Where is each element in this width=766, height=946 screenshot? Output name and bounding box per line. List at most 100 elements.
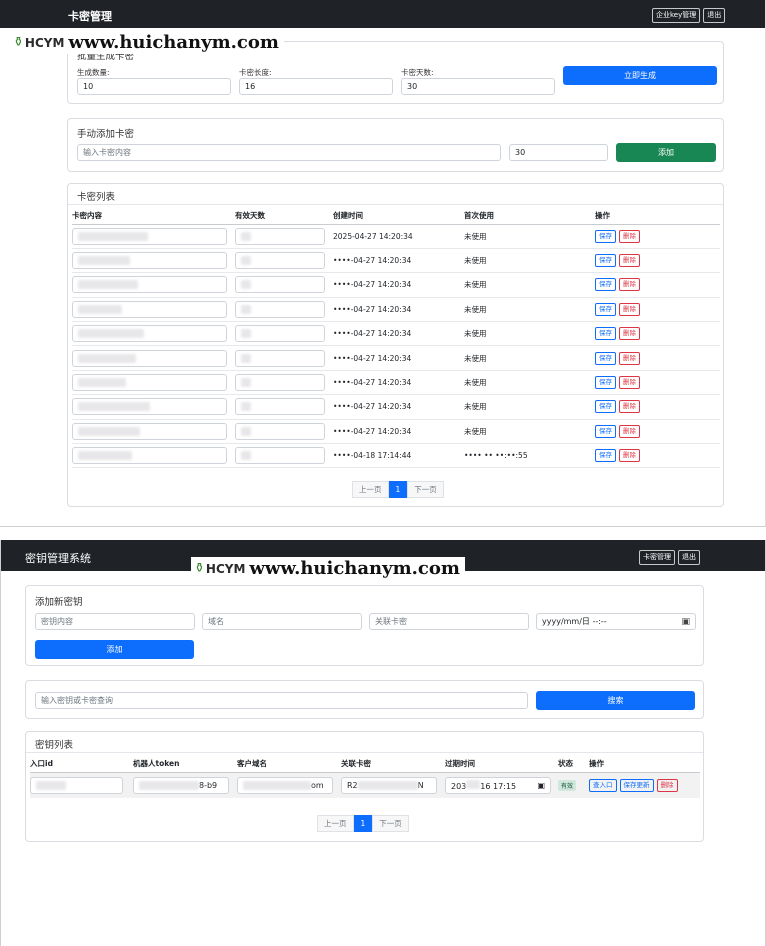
calendar-icon[interactable]: ▣ xyxy=(537,781,545,790)
valid-days-field[interactable] xyxy=(235,276,325,294)
manual-days-input[interactable]: 30 xyxy=(509,144,608,161)
delete-button[interactable]: 删除 xyxy=(619,229,640,243)
card-content-field[interactable] xyxy=(72,276,227,294)
top-navbar: 卡密管理 企业key管理 退出 xyxy=(0,0,765,28)
card-content-field[interactable] xyxy=(72,447,227,465)
card-list-card: 卡密列表 卡密内容 有效天数 创建时间 首次使用 操作 2025-04-27 1… xyxy=(67,183,724,507)
pagination: 上一页 1 下一页 xyxy=(352,481,444,498)
first-use: 未使用 xyxy=(464,353,487,363)
logout-button[interactable]: 退出 xyxy=(703,8,726,23)
save-button[interactable]: 保存 xyxy=(595,424,616,438)
first-use: •••• •• ••:••:55 xyxy=(464,451,528,461)
save-button[interactable]: 保存 xyxy=(595,254,616,268)
next-page-button[interactable]: 下一页 xyxy=(407,481,444,498)
prev-page-button[interactable]: 上一页 xyxy=(317,815,354,832)
prev-page-button[interactable]: 上一页 xyxy=(352,481,389,498)
save-button[interactable]: 保存 xyxy=(595,229,616,243)
search-button[interactable]: 搜索 xyxy=(536,691,695,710)
save-update-button[interactable]: 保存更新 xyxy=(619,778,654,792)
valid-days-field[interactable] xyxy=(235,447,325,465)
page-1-button[interactable]: 1 xyxy=(353,815,373,832)
customer-domain-input[interactable]: om xyxy=(237,776,333,794)
card-content-field[interactable] xyxy=(72,349,227,367)
valid-days-field[interactable] xyxy=(235,422,325,440)
delete-button[interactable]: 删除 xyxy=(619,254,640,268)
manual-add-card: 手动添加卡密 输入卡密内容 30 添加 xyxy=(67,118,724,172)
card-content-field[interactable] xyxy=(72,374,227,392)
next-page-button[interactable]: 下一页 xyxy=(372,815,409,832)
logout-button[interactable]: 退出 xyxy=(678,550,700,565)
delete-button[interactable]: 删除 xyxy=(619,376,640,390)
table-row: ••••-04-27 14:20:34 未使用 保存 删除 xyxy=(72,395,720,420)
first-use: 未使用 xyxy=(464,426,487,436)
valid-days-field[interactable] xyxy=(235,300,325,318)
length-input[interactable]: 16 xyxy=(239,78,393,95)
delete-button[interactable]: 删除 xyxy=(619,424,640,438)
table-row: ••••-04-27 14:20:34 未使用 保存 删除 xyxy=(72,419,720,444)
card-content-field[interactable] xyxy=(72,227,227,245)
card-content-input[interactable]: 输入卡密内容 xyxy=(77,144,501,161)
divider xyxy=(68,204,723,205)
valid-days-field[interactable] xyxy=(235,252,325,270)
watermark-url: www.huichanym.com xyxy=(68,32,279,53)
search-input[interactable]: 输入密钥或卡密查询 xyxy=(35,692,528,709)
created-time: ••••-04-27 14:20:34 xyxy=(333,402,412,412)
card-management-button[interactable]: 卡密管理 xyxy=(639,550,675,565)
page-1-button[interactable]: 1 xyxy=(388,481,408,498)
enterprise-key-button[interactable]: 企业key管理 xyxy=(652,8,701,23)
save-button[interactable]: 保存 xyxy=(595,400,616,414)
save-button[interactable]: 保存 xyxy=(595,376,616,390)
card-content-field[interactable] xyxy=(72,398,227,416)
quantity-input[interactable]: 10 xyxy=(77,78,231,95)
save-button[interactable]: 保存 xyxy=(595,327,616,341)
delete-button[interactable]: 删除 xyxy=(619,278,640,292)
valid-days-field[interactable] xyxy=(235,325,325,343)
days-input[interactable]: 30 xyxy=(401,78,555,95)
add-key-button[interactable]: 添加 xyxy=(35,640,194,659)
col-header: 首次使用 xyxy=(464,211,494,221)
created-time: ••••-04-18 17:14:44 xyxy=(333,451,412,461)
valid-days-field[interactable] xyxy=(235,349,325,367)
calendar-icon[interactable]: ▣ xyxy=(681,617,690,627)
card-content-field[interactable] xyxy=(72,300,227,318)
linked-card-cell-input[interactable]: R2 N xyxy=(341,776,437,794)
card-content-field[interactable] xyxy=(72,252,227,270)
generate-button[interactable]: 立即生成 xyxy=(563,66,717,85)
manual-add-button[interactable]: 添加 xyxy=(616,143,716,162)
save-button[interactable]: 保存 xyxy=(595,351,616,365)
card-content-field[interactable] xyxy=(72,422,227,440)
save-button[interactable]: 保存 xyxy=(595,278,616,292)
first-use: 未使用 xyxy=(464,378,487,388)
key-table: 入口id 机器人token 客户域名 关联卡密 过期时间 状态 操作 8-b9 … xyxy=(30,755,700,798)
delete-button[interactable]: 删除 xyxy=(619,302,640,316)
table-row: 8-b9 om R2 N 203 16 17:15 ▣ 有效 查入口 保存更新 删除 xyxy=(30,772,700,798)
valid-days-field[interactable] xyxy=(235,227,325,245)
col-header: 过期时间 xyxy=(445,758,475,768)
valid-days-field[interactable] xyxy=(235,398,325,416)
card-list-title: 卡密列表 xyxy=(77,192,116,203)
delete-button[interactable]: 删除 xyxy=(619,351,640,365)
save-button[interactable]: 保存 xyxy=(595,449,616,463)
table-row: ••••-04-18 17:14:44 •••• •• ••:••:55 保存 删除 xyxy=(72,444,720,468)
table-row: ••••-04-27 14:20:34 未使用 保存 删除 xyxy=(72,346,720,371)
linked-card-input[interactable]: 关联卡密 xyxy=(369,613,529,630)
expire-date-input[interactable]: yyyy/mm/日 --:-- ▣ xyxy=(536,613,696,630)
first-use: 未使用 xyxy=(464,256,487,266)
table-row: ••••-04-27 14:20:34 未使用 保存 删除 xyxy=(72,370,720,395)
delete-button[interactable]: 删除 xyxy=(619,400,640,414)
key-content-input[interactable]: 密钥内容 xyxy=(35,613,195,630)
delete-button[interactable]: 删除 xyxy=(656,778,678,792)
watermark-logo: ⚱ HCYM xyxy=(13,35,65,50)
save-button[interactable]: 保存 xyxy=(595,302,616,316)
delete-button[interactable]: 删除 xyxy=(619,327,640,341)
domain-input[interactable]: 域名 xyxy=(202,613,362,630)
expire-time-input[interactable]: 203 16 17:15 ▣ xyxy=(445,776,551,794)
created-time: ••••-04-27 14:20:34 xyxy=(333,426,412,436)
entry-id-input[interactable] xyxy=(30,776,123,794)
valid-days-field[interactable] xyxy=(235,374,325,392)
view-entry-button[interactable]: 查入口 xyxy=(589,778,617,792)
card-content-field[interactable] xyxy=(72,325,227,343)
delete-button[interactable]: 删除 xyxy=(619,449,640,463)
created-time: 2025-04-27 14:20:34 xyxy=(333,231,413,241)
bot-token-input[interactable]: 8-b9 xyxy=(133,776,229,794)
